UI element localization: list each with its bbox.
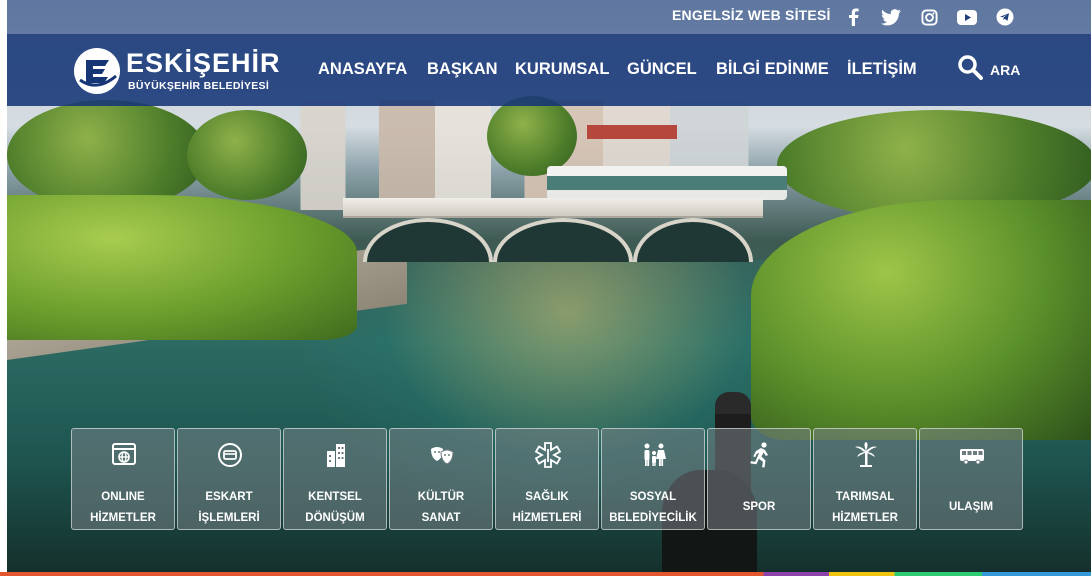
hero-hedge-right (751, 200, 1091, 440)
service-eskart[interactable]: ESKART İŞLEMLERİ (177, 428, 281, 530)
service-social-municipality[interactable]: SOSYAL BELEDİYECİLİK (601, 428, 705, 530)
instagram-icon[interactable] (916, 4, 942, 30)
left-edge (0, 0, 7, 576)
service-label: ULAŞIM (948, 501, 994, 513)
nav-news[interactable]: GÜNCEL (627, 60, 697, 79)
card-hand-icon (218, 443, 242, 467)
globe-window-icon (112, 443, 136, 465)
buildings-icon (327, 444, 345, 467)
bus-icon (960, 449, 984, 465)
nav-home[interactable]: ANASAYFA (318, 60, 407, 79)
bridge-arch (493, 218, 633, 262)
page: ENGELSİZ WEB SİTESİ ESKİŞEHİR BÜYÜKŞEHİR… (7, 0, 1091, 572)
bridge-deck (343, 198, 763, 218)
accessibility-site-link[interactable]: ENGELSİZ WEB SİTESİ (672, 7, 831, 23)
service-label: KÜLTÜR SANAT (417, 491, 465, 524)
logo-emblem-icon (74, 48, 120, 94)
search-icon (958, 55, 983, 80)
hero-tree (7, 100, 207, 210)
hero-tram (547, 166, 787, 200)
service-transportation[interactable]: ULAŞIM (919, 428, 1023, 530)
palm-tree-icon (855, 442, 877, 467)
family-icon (644, 443, 666, 466)
brand-subtitle: BÜYÜKŞEHİR BELEDİYESİ (128, 80, 270, 92)
site-logo[interactable]: ESKİŞEHİR BÜYÜKŞEHİR BELEDİYESİ (72, 46, 282, 98)
nav-contact[interactable]: İLETİŞİM (847, 60, 917, 79)
service-label: TARIMSAL HİZMETLER (832, 491, 898, 524)
service-label: ONLINE HİZMETLER (90, 491, 156, 524)
bottom-color-stripe (0, 572, 1091, 576)
hero-hedge-left (7, 195, 357, 340)
theater-masks-icon (431, 447, 454, 465)
service-culture-art[interactable]: KÜLTÜR SANAT (389, 428, 493, 530)
bridge-arch (363, 218, 493, 262)
service-label: SOSYAL BELEDİYECİLİK (609, 491, 697, 524)
brand-title: ESKİŞEHİR (126, 48, 281, 78)
service-urban-transformation[interactable]: KENTSEL DÖNÜŞÜM (283, 428, 387, 530)
search-button[interactable]: ARA (957, 52, 1037, 86)
youtube-icon[interactable] (954, 4, 980, 30)
telegram-icon[interactable] (992, 4, 1018, 30)
facebook-icon[interactable] (840, 4, 866, 30)
nav-corporate[interactable]: KURUMSAL (515, 60, 609, 79)
twitter-icon[interactable] (878, 4, 904, 30)
top-utility-bar: ENGELSİZ WEB SİTESİ (7, 0, 1091, 34)
nav-information[interactable]: BİLGİ EDİNME (716, 60, 829, 79)
hero-tree (487, 96, 577, 176)
service-label: KENTSEL DÖNÜŞÜM (305, 491, 365, 524)
search-label: ARA (990, 62, 1021, 78)
main-navigation: ESKİŞEHİR BÜYÜKŞEHİR BELEDİYESİ ANASAYFA… (7, 34, 1091, 106)
hero-bridge (343, 198, 763, 262)
medical-star-icon (534, 442, 562, 468)
service-health[interactable]: SAĞLIK HİZMETLERİ (495, 428, 599, 530)
service-label: SAĞLIK HİZMETLERİ (512, 491, 582, 524)
hero-roof (587, 125, 677, 139)
nav-mayor[interactable]: BAŞKAN (427, 60, 498, 79)
hero-tree (187, 110, 307, 200)
service-label: SPOR (742, 501, 776, 513)
bridge-arch (633, 218, 753, 262)
service-sports[interactable]: SPOR (707, 428, 811, 530)
service-online-services[interactable]: ONLINE HİZMETLER (71, 428, 175, 530)
service-agriculture[interactable]: TARIMSAL HİZMETLER (813, 428, 917, 530)
runner-icon (750, 442, 768, 468)
service-label: ESKART İŞLEMLERİ (198, 491, 260, 524)
